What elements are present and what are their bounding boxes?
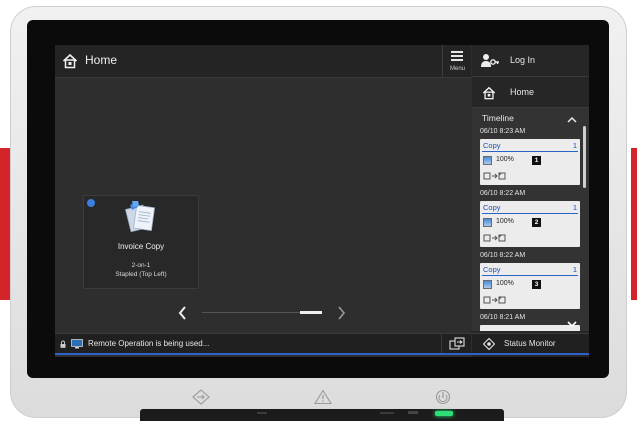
job-count: 1 <box>572 141 577 150</box>
remote-monitor-icon <box>71 339 83 349</box>
hardware-indicator-bar <box>140 409 504 421</box>
job-name: Copy <box>483 141 501 150</box>
timeline-job[interactable]: 06/10 8:21 AM <box>480 314 580 331</box>
job-zoom: 100% <box>496 218 514 225</box>
copy-documents-icon <box>124 201 156 233</box>
job-card[interactable]: Copy 1 100% 1 <box>480 139 580 185</box>
job-time: 06/10 8:22 AM <box>480 252 526 259</box>
tile-setting-layout: 2-on-1 <box>131 262 151 269</box>
timeline-panel[interactable]: Timeline 06/10 8:23 AM Copy 1 100% 1 06/… <box>472 108 589 331</box>
job-count: 1 <box>572 265 577 274</box>
new-indicator-dot <box>87 199 95 207</box>
indicator-led <box>408 411 418 414</box>
job-time: 06/10 8:23 AM <box>480 128 526 135</box>
status-monitor-label: Status Monitor <box>504 339 556 348</box>
page-indicator-thumb <box>300 311 322 314</box>
page-title: Home <box>85 53 118 67</box>
menu-button[interactable]: Menu <box>442 45 472 77</box>
login-label: Log In <box>510 55 536 65</box>
job-name: Copy <box>483 265 501 274</box>
timeline-job[interactable]: 06/10 8:23 AM Copy 1 100% 1 <box>480 128 580 185</box>
job-card[interactable] <box>480 325 580 331</box>
home-label: Home <box>510 87 535 97</box>
status-monitor-button[interactable]: Status Monitor <box>472 333 589 354</box>
divider <box>482 151 578 152</box>
indicator-led <box>257 412 267 414</box>
timeline-job[interactable]: 06/10 8:22 AM Copy 1 100% 3 <box>480 252 580 309</box>
chevron-up-icon[interactable] <box>567 115 577 125</box>
paper-source-badge: 3 <box>532 280 541 289</box>
status-message: Remote Operation is being used... <box>88 339 210 348</box>
job-time: 06/10 8:21 AM <box>480 314 526 321</box>
accent-line <box>55 353 589 355</box>
job-count: 1 <box>572 203 577 212</box>
divider <box>482 275 578 276</box>
paper-source-badge: 2 <box>532 218 541 227</box>
tile-setting-finishing: Stapled (Top Left) <box>115 271 167 278</box>
remote-operation-icon <box>449 337 465 350</box>
brand-stripe-right <box>631 148 637 300</box>
scan-icon <box>483 156 492 165</box>
timeline-title: Timeline <box>482 113 514 123</box>
timeline-scrollbar[interactable] <box>583 126 586 188</box>
touch-screen: Home Menu Log In Home Timeline 06/10 8:2… <box>55 45 589 357</box>
job-zoom: 100% <box>496 280 514 287</box>
staple-output-icon <box>483 234 506 242</box>
chevron-right-icon[interactable] <box>334 304 348 322</box>
job-time: 06/10 8:22 AM <box>480 190 526 197</box>
lock-icon <box>60 340 66 348</box>
energy-saver-icon[interactable] <box>192 389 210 405</box>
chevron-down-icon[interactable] <box>567 319 577 329</box>
user-key-icon <box>481 54 499 67</box>
status-monitor-icon <box>483 338 495 350</box>
home-icon <box>482 86 496 100</box>
job-zoom: 100% <box>496 156 514 163</box>
chevron-left-icon[interactable] <box>176 304 190 322</box>
favorite-copy-tile[interactable]: Invoice Copy 2-on-1 Stapled (Top Left) <box>83 195 199 289</box>
menu-label: Menu <box>449 66 465 72</box>
home-icon <box>62 53 78 69</box>
job-card[interactable]: Copy 1 100% 3 <box>480 263 580 309</box>
home-button[interactable]: Home <box>472 77 589 108</box>
power-icon[interactable] <box>434 389 452 405</box>
tile-title: Invoice Copy <box>117 242 165 251</box>
power-led <box>435 411 453 416</box>
staple-output-icon <box>483 172 506 180</box>
indicator-led <box>380 412 394 414</box>
warning-icon[interactable] <box>314 389 332 405</box>
hamburger-icon <box>451 51 463 61</box>
job-card[interactable]: Copy 1 100% 2 <box>480 201 580 247</box>
scan-icon <box>483 280 492 289</box>
divider <box>482 213 578 214</box>
scan-icon <box>483 218 492 227</box>
staple-output-icon <box>483 296 506 304</box>
job-name: Copy <box>483 203 501 212</box>
login-button[interactable]: Log In <box>472 45 589 77</box>
timeline-job[interactable]: 06/10 8:22 AM Copy 1 100% 2 <box>480 190 580 247</box>
paper-source-badge: 1 <box>532 156 541 165</box>
remote-operation-button[interactable] <box>441 334 472 354</box>
right-panel: Log In Home Timeline 06/10 8:23 AM Copy … <box>472 45 589 357</box>
status-bar: Remote Operation is being used... <box>55 333 471 354</box>
header-bar: Home Menu <box>55 45 471 78</box>
